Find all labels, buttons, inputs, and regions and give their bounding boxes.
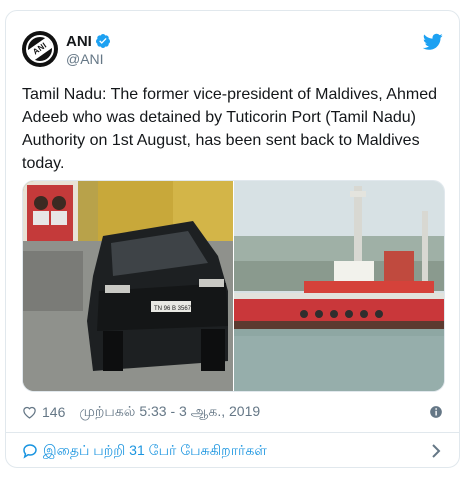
chevron-right-icon[interactable] [431,444,441,458]
author-handle[interactable]: @ANI [66,51,104,67]
avatar[interactable]: ANI [22,31,58,67]
like-count[interactable]: 146 [42,404,65,420]
tweet-header: ANI ANI @ANI [22,31,443,81]
info-icon[interactable] [429,405,443,419]
heart-icon[interactable] [22,405,37,419]
twitter-bird-icon[interactable] [423,33,443,51]
red-tugboat-at-port-photo[interactable] [233,181,444,391]
conversation-link[interactable]: இதைப் பற்றி 31 பேர் பேசுகிறார்கள் [22,440,443,462]
tweet-meta: 146 முற்பகல் 5:33 - 3 ஆக., 2019 [22,403,443,421]
black-suv-at-port-photo[interactable]: TN 96 B 3567 [23,181,233,391]
tweet-card[interactable]: ANI ANI @ANI Tamil Nadu: The former vice… [5,10,460,468]
tugboat-illustration [234,181,444,391]
tweet-text: Tamil Nadu: The former vice-president of… [22,86,437,172]
speech-bubble-icon [23,444,37,459]
tweet-media[interactable]: TN 96 B 3567 [22,180,445,392]
license-plate: TN 96 B 3567 [154,306,192,312]
author-name[interactable]: ANI [66,33,92,50]
verified-badge-icon [95,34,110,48]
conversation-text[interactable]: இதைப் பற்றி 31 பேர் பேசுகிறார்கள் [43,442,267,461]
suv-illustration: TN 96 B 3567 [23,181,233,391]
author-name-row[interactable]: ANI [66,32,111,50]
divider [6,432,459,433]
tweet-timestamp[interactable]: முற்பகல் 5:33 - 3 ஆக., 2019 [79,403,260,422]
